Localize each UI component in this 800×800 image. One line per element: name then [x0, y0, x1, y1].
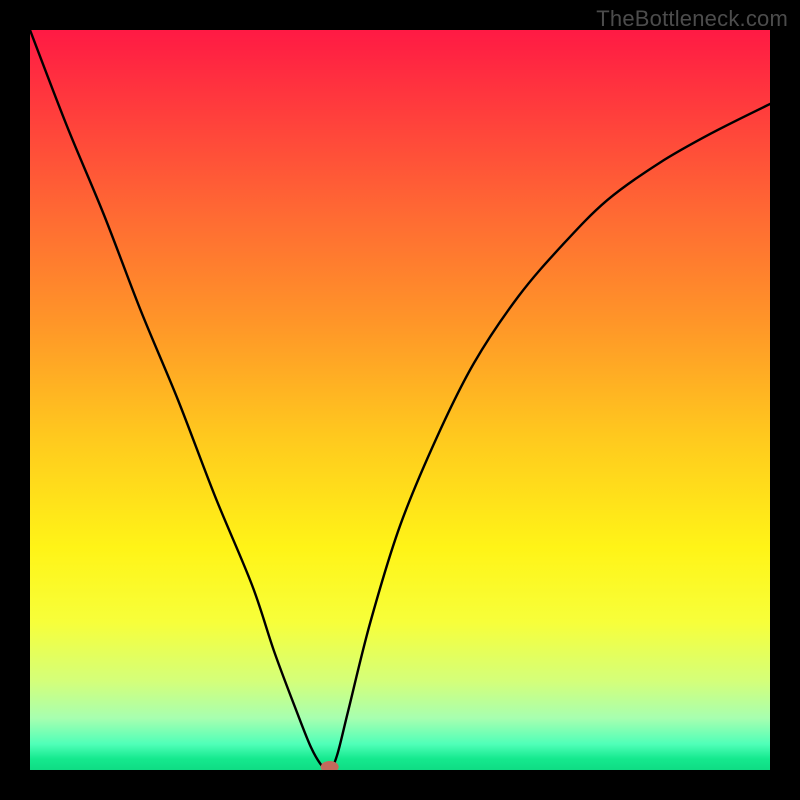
chart-frame: TheBottleneck.com [0, 0, 800, 800]
chart-svg [30, 30, 770, 770]
watermark-text: TheBottleneck.com [596, 6, 788, 32]
plot-area [30, 30, 770, 770]
gradient-background [30, 30, 770, 770]
